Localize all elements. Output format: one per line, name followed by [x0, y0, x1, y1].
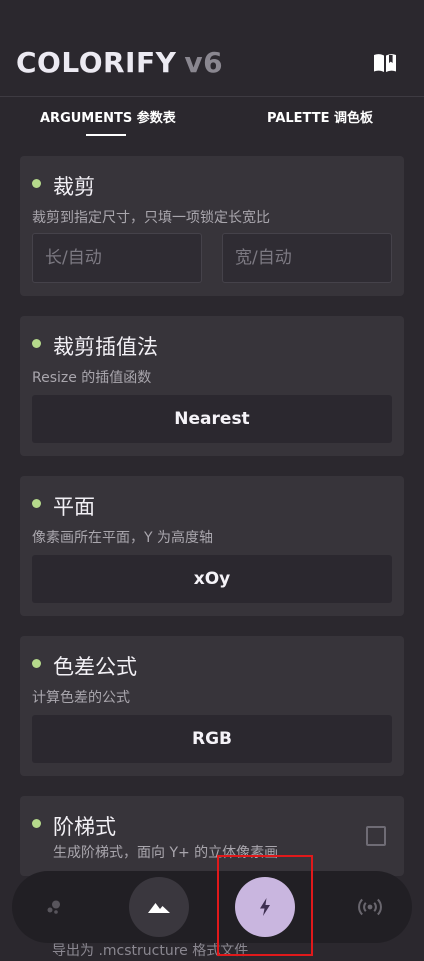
mountain-icon — [148, 903, 170, 913]
status-dot — [32, 819, 41, 828]
card-crop: 裁剪 裁剪到指定尺寸，只填一项锁定长宽比 — [20, 156, 404, 296]
app-header: COLORIFY v6 — [0, 0, 424, 97]
status-dot — [32, 499, 41, 508]
card-color-difference: 色差公式 计算色差的公式 RGB — [20, 636, 404, 776]
nav-image-button[interactable] — [129, 877, 189, 937]
card-staircase: 阶梯式 生成阶梯式，面向 Y+ 的立体像素画 — [20, 796, 404, 876]
tab-arguments[interactable]: ARGUMENTS 参数表 — [40, 107, 176, 126]
tab-palette[interactable]: PALETTE 调色板 — [267, 107, 373, 126]
partial-card-text: 导出为 .mcstructure 格式文件 — [52, 943, 249, 959]
nav-broadcast-button[interactable] — [340, 877, 400, 937]
interpolation-select[interactable]: Nearest — [32, 395, 392, 443]
card-description: Resize 的插值函数 — [32, 370, 152, 386]
card-description: 生成阶梯式，面向 Y+ 的立体像素画 — [53, 845, 279, 861]
bolt-icon — [260, 898, 270, 916]
crop-length-input[interactable] — [32, 233, 202, 283]
plane-select[interactable]: xOy — [32, 555, 392, 603]
app-title-text: COLORIFY — [16, 46, 177, 79]
card-interpolation: 裁剪插值法 Resize 的插值函数 Nearest — [20, 316, 404, 456]
bubbles-icon — [47, 900, 60, 914]
nav-generate-button[interactable] — [235, 877, 295, 937]
staircase-checkbox[interactable] — [366, 826, 386, 846]
color-formula-select[interactable]: RGB — [32, 715, 392, 763]
active-tab-indicator — [86, 134, 126, 136]
crop-width-input[interactable] — [222, 233, 392, 283]
app-title: COLORIFY v6 — [16, 46, 223, 79]
card-plane: 平面 像素画所在平面，Y 为高度轴 xOy — [20, 476, 404, 616]
status-dot — [32, 659, 41, 668]
card-title: 平面 — [53, 495, 95, 519]
card-description: 像素画所在平面，Y 为高度轴 — [32, 530, 214, 546]
bottom-nav — [12, 871, 412, 943]
card-title: 色差公式 — [53, 655, 137, 679]
status-dot — [32, 339, 41, 348]
status-dot — [32, 179, 41, 188]
tab-bar: ARGUMENTS 参数表 PALETTE 调色板 — [0, 97, 424, 143]
card-title: 裁剪 — [53, 175, 95, 199]
card-title: 裁剪插值法 — [53, 335, 158, 359]
card-description: 裁剪到指定尺寸，只填一项锁定长宽比 — [32, 210, 270, 226]
book-icon[interactable] — [372, 52, 398, 74]
card-title: 阶梯式 — [53, 815, 116, 839]
app-version: v6 — [184, 46, 224, 79]
nav-bubbles-button[interactable] — [24, 877, 84, 937]
card-description: 计算色差的公式 — [32, 690, 130, 706]
broadcast-icon — [358, 898, 382, 916]
